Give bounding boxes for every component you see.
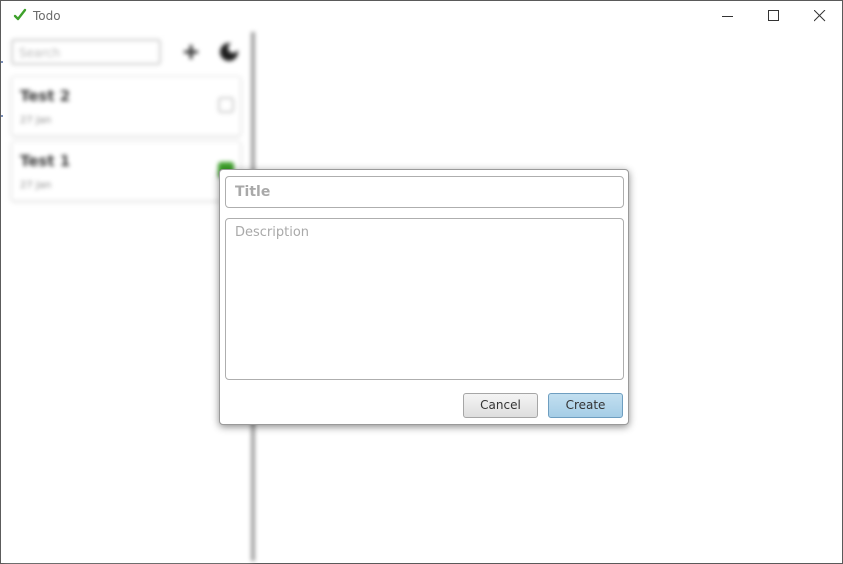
task-date: 27 Jan (20, 115, 52, 126)
minimize-icon (722, 16, 733, 17)
checkmark-app-icon (13, 8, 27, 22)
task-date: 27 Jan (20, 180, 52, 191)
close-icon (814, 10, 826, 22)
description-input[interactable] (225, 218, 624, 380)
search-input[interactable]: Search (11, 39, 161, 65)
maximize-button[interactable] (751, 1, 797, 32)
edge-artifact (1, 61, 3, 63)
task-card[interactable]: Test 2 27 Jan (11, 76, 241, 136)
new-task-dialog: Cancel Create (219, 169, 629, 425)
theme-toggle-icon (220, 43, 238, 61)
add-task-button[interactable] (181, 42, 201, 62)
title-bar: Todo (1, 1, 842, 32)
create-button[interactable]: Create (548, 393, 623, 418)
task-checkbox[interactable] (218, 97, 234, 113)
sidebar: Search Test 2 27 Jan Test 1 27 Jan (5, 32, 251, 561)
close-button[interactable] (797, 1, 843, 32)
task-title: Test 1 (20, 152, 71, 170)
cancel-button[interactable]: Cancel (463, 393, 538, 418)
minimize-button[interactable] (705, 1, 751, 32)
edge-artifact (1, 115, 3, 117)
maximize-icon (768, 10, 779, 21)
window-title: Todo (33, 9, 61, 23)
theme-toggle-button[interactable] (218, 41, 240, 63)
task-card[interactable]: Test 1 27 Jan (11, 141, 241, 201)
app-window: Todo Search Test 2 27 Jan Test 1 27 Jan … (0, 0, 843, 564)
task-title: Test 2 (20, 87, 71, 105)
title-input[interactable] (225, 176, 624, 208)
plus-icon (184, 45, 198, 59)
